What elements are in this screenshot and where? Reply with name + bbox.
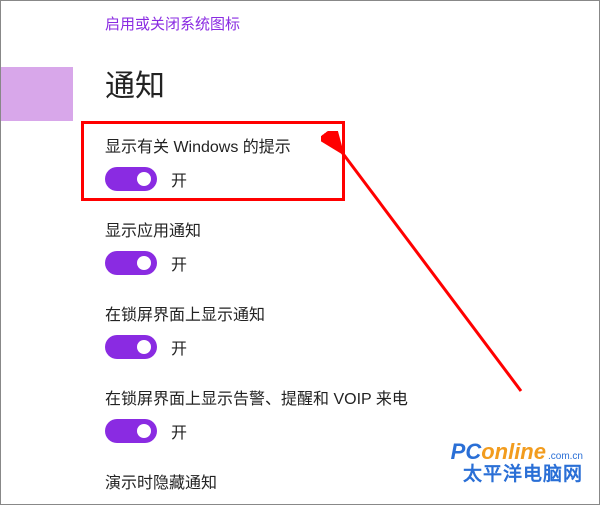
toggle-state-label: 开: [171, 335, 187, 359]
setting-app-notifications: 显示应用通知 开: [105, 217, 579, 275]
setting-label: 显示有关 Windows 的提示: [105, 133, 579, 157]
toggle-state-label: 开: [171, 167, 187, 191]
toggle-state-label: 开: [171, 251, 187, 275]
watermark-brand: PConline.com.cn: [451, 439, 583, 464]
section-title-notifications: 通知: [105, 61, 579, 105]
toggle-app-notifications[interactable]: [105, 251, 157, 275]
accent-sidebar-marker: [1, 67, 73, 121]
setting-windows-tips: 显示有关 Windows 的提示 开: [105, 133, 579, 191]
setting-lockscreen-notifications: 在锁屏界面上显示通知 开: [105, 301, 579, 359]
setting-label: 在锁屏界面上显示通知: [105, 301, 579, 325]
watermark: PConline.com.cn 太平洋电脑网: [451, 439, 583, 486]
setting-label: 显示应用通知: [105, 217, 579, 241]
toggle-lockscreen-alerts[interactable]: [105, 419, 157, 443]
setting-lockscreen-alerts: 在锁屏界面上显示告警、提醒和 VOIP 来电 开: [105, 385, 579, 443]
toggle-lockscreen-notifications[interactable]: [105, 335, 157, 359]
toggle-windows-tips[interactable]: [105, 167, 157, 191]
toggle-state-label: 开: [171, 419, 187, 443]
link-system-icons[interactable]: 启用或关闭系统图标: [105, 13, 240, 34]
watermark-tagline: 太平洋电脑网: [451, 464, 583, 486]
setting-label: 在锁屏界面上显示告警、提醒和 VOIP 来电: [105, 385, 579, 409]
